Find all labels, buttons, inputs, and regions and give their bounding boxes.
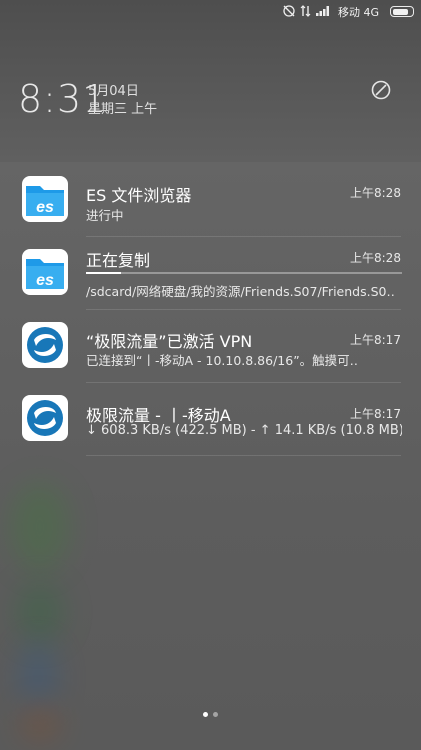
divider [86, 455, 401, 456]
notification-vpn-traffic[interactable]: 极限流量 - 丨-移动A ↓ 608.3 KB/s (422.5 MB) - ↑… [0, 383, 421, 455]
notification-time: 上午8:17 [350, 407, 401, 421]
page-dot [203, 712, 208, 717]
vpn-app-icon [22, 322, 68, 368]
clear-all-icon [370, 79, 392, 105]
clear-all-button[interactable] [369, 80, 393, 104]
status-bar: 移动 4G [0, 0, 421, 24]
notification-time: 上午8:28 [350, 186, 401, 200]
do-not-disturb-icon [282, 4, 296, 21]
es-file-explorer-icon: es [22, 249, 68, 295]
notification-text: ↓ 608.3 KB/s (422.5 MB) - ↑ 14.1 KB/s (1… [86, 423, 402, 438]
notification-text: 已连接到“丨-移动A - 10.10.8.86/16”。触摸可‥ [86, 353, 359, 368]
notification-time: 上午8:17 [350, 333, 401, 347]
data-transfer-icon [300, 4, 312, 21]
vpn-app-icon [22, 395, 68, 441]
notification-title: “极限流量”已激活 VPN [86, 332, 253, 351]
notification-text: 进行中 [86, 208, 124, 223]
signal-strength-icon [316, 4, 332, 19]
carrier-label: 移动 4G [338, 6, 380, 19]
svg-text:es: es [36, 199, 54, 216]
notification-es-file-explorer[interactable]: es ES 文件浏览器 进行中 上午8:28 [0, 162, 421, 236]
page-dot [213, 712, 218, 717]
battery-icon [390, 6, 414, 17]
weekday-label: 星期三 上午 [88, 102, 158, 117]
page-indicator [0, 712, 421, 717]
svg-text:es: es [36, 272, 54, 289]
notification-copy-progress[interactable]: es 正在复制 上午8:28 /sdcard/网络硬盘/我的资源/Friends… [0, 237, 421, 309]
notification-text: /sdcard/网络硬盘/我的资源/Friends.S07/Friends.S0… [86, 284, 395, 299]
notification-title: ES 文件浏览器 [86, 186, 192, 205]
battery-level [392, 8, 408, 15]
copy-progress-fill [86, 272, 121, 274]
notification-title: 正在复制 [86, 251, 151, 270]
copy-progress-bar [86, 272, 402, 274]
notification-vpn-active[interactable]: “极限流量”已激活 VPN 已连接到“丨-移动A - 10.10.8.86/16… [0, 310, 421, 382]
es-file-explorer-icon: es [22, 176, 68, 222]
date-label: 5月04日 [88, 84, 139, 99]
notification-time: 上午8:28 [350, 251, 401, 265]
